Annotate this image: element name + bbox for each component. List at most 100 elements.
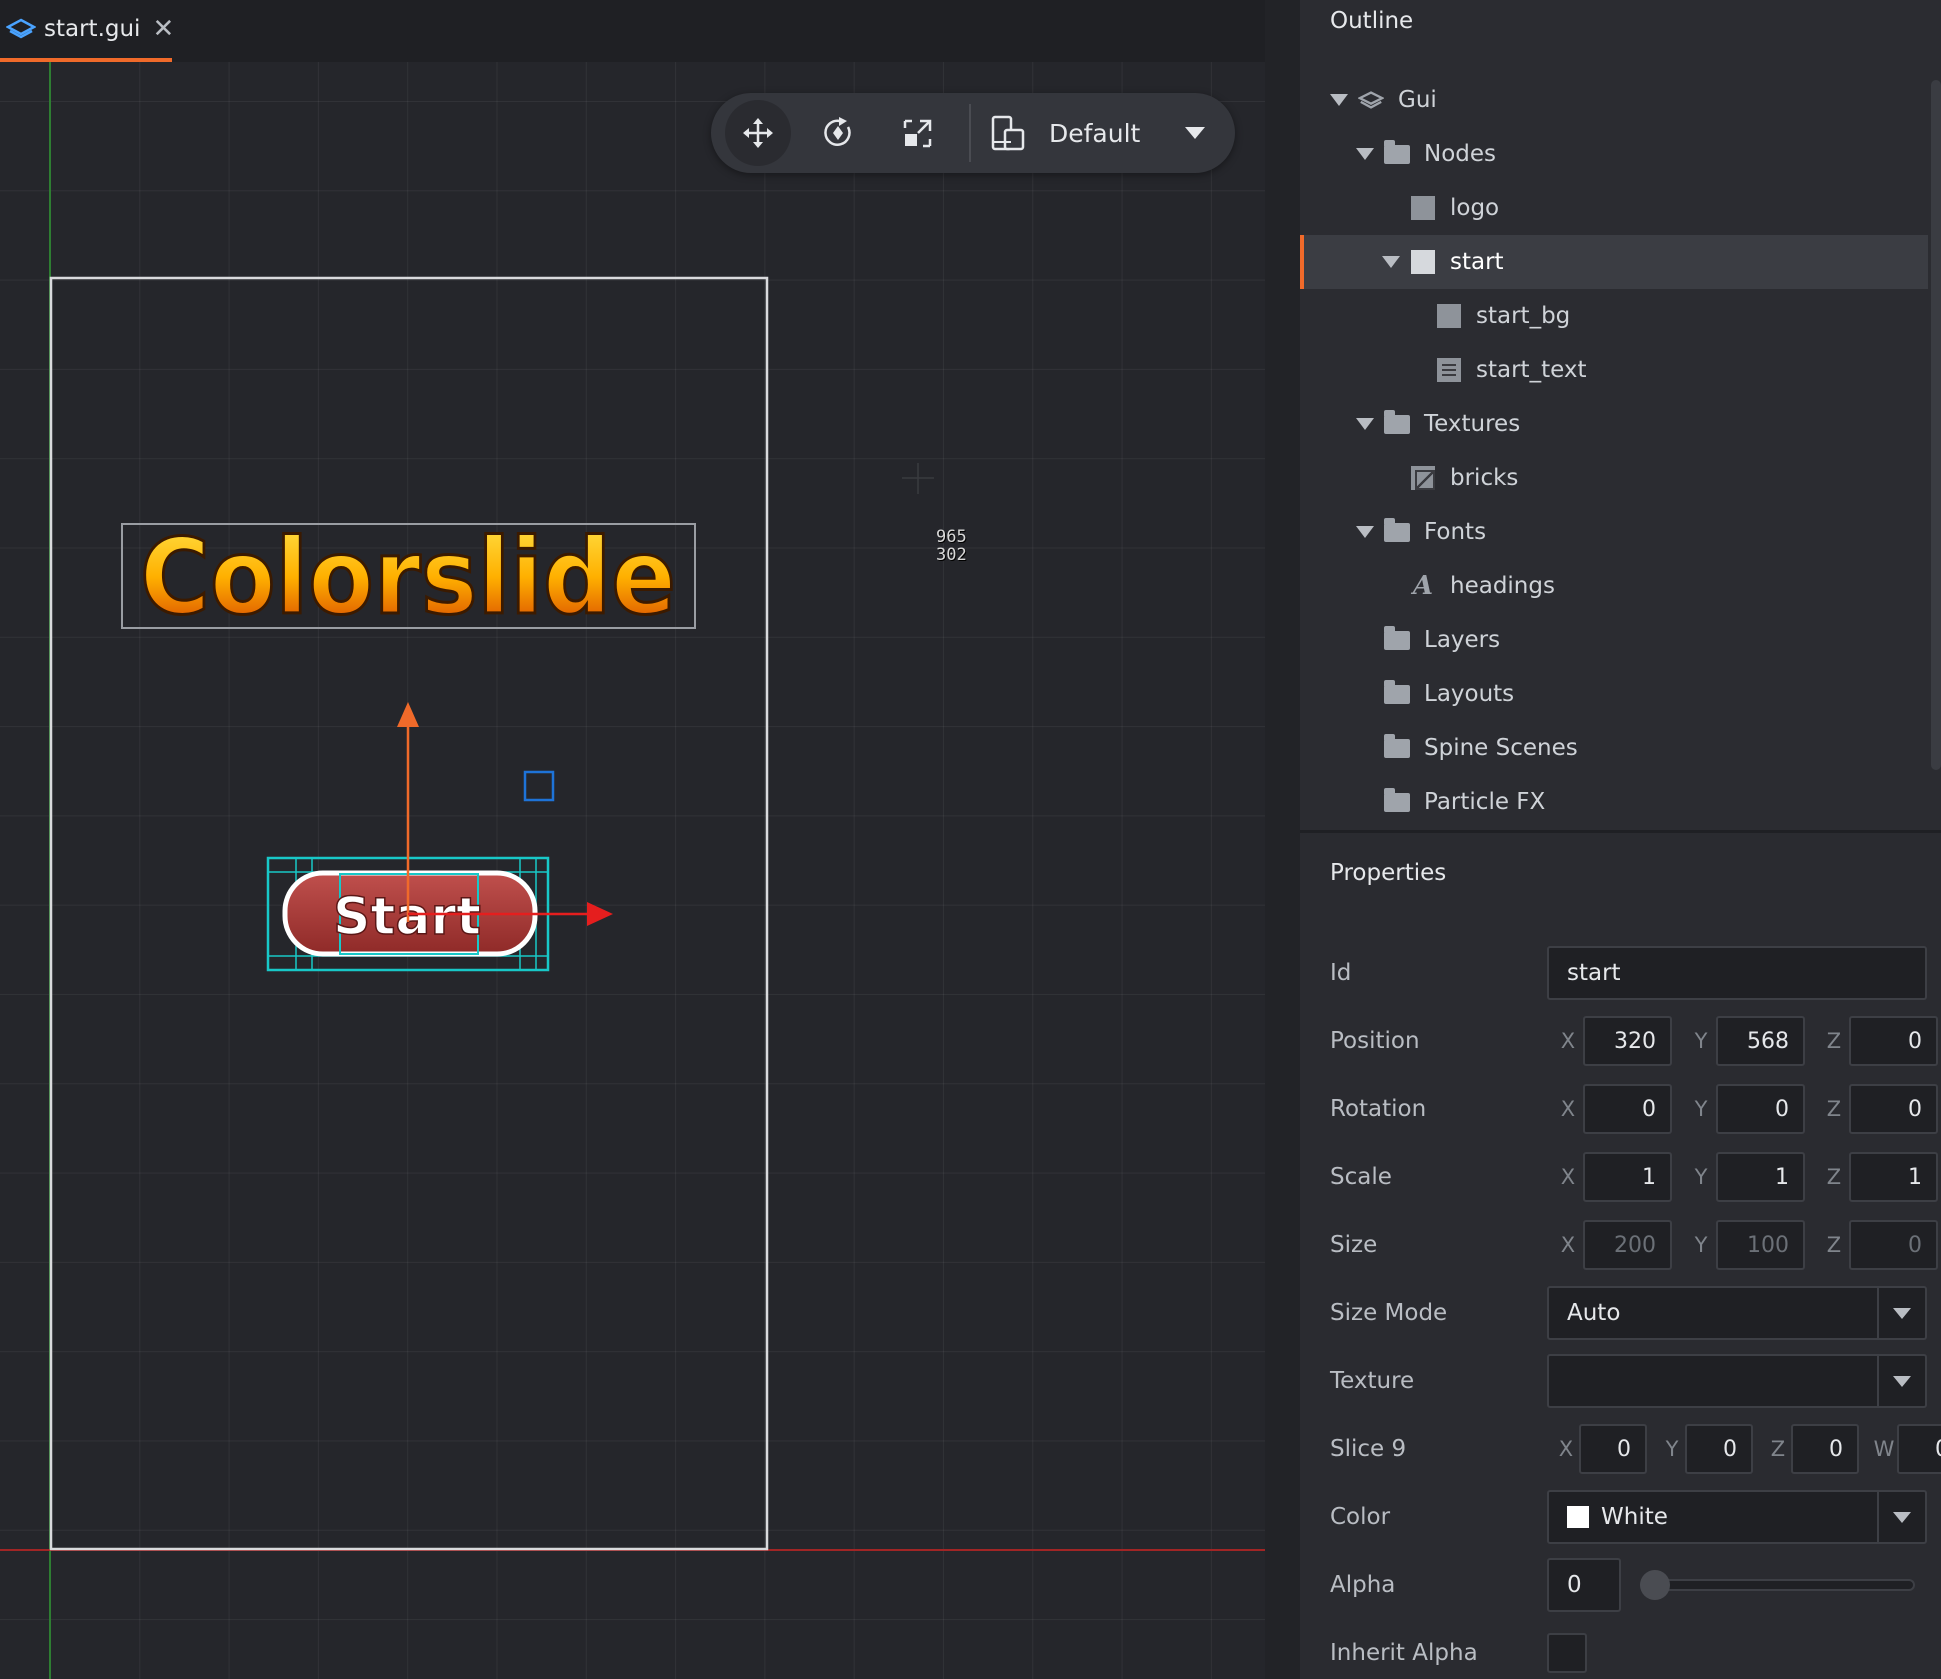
axis-label: X	[1560, 1233, 1576, 1257]
cursor-x: 965	[936, 527, 967, 547]
color-swatch	[1567, 1506, 1589, 1528]
tree-item-logo[interactable]: logo	[1300, 181, 1928, 235]
tree-item-headings[interactable]: A headings	[1300, 559, 1928, 613]
rotation-y-field[interactable]: 0	[1716, 1084, 1805, 1134]
scale-z-field[interactable]: 1	[1849, 1152, 1938, 1202]
close-icon[interactable]: ✕	[152, 14, 174, 44]
outline-scrollbar[interactable]	[1931, 80, 1941, 770]
gui-file-icon	[5, 17, 37, 41]
scale-x-field[interactable]: 1	[1583, 1152, 1672, 1202]
move-tool-button[interactable]	[725, 100, 791, 166]
size-mode-select[interactable]: Auto	[1547, 1286, 1927, 1340]
folder-icon	[1384, 679, 1410, 705]
prop-label: Alpha	[1330, 1572, 1396, 1598]
y-arrow-handle[interactable]	[397, 702, 419, 727]
slice9-w-field[interactable]: 0	[1897, 1424, 1941, 1474]
chevron-down-icon	[1185, 127, 1205, 139]
outline-panel: Outline Gui Nodes logo start start_bg st…	[1300, 0, 1941, 830]
scale-tool-button[interactable]	[885, 100, 951, 166]
prop-label: Position	[1330, 1028, 1420, 1054]
position-x-field[interactable]: 320	[1583, 1016, 1672, 1066]
expand-arrow-icon[interactable]	[1356, 526, 1374, 538]
tree-label: Layers	[1424, 627, 1501, 653]
tree-item-start-text[interactable]: start_text	[1300, 343, 1928, 397]
slice9-vector: X 0 Y 0 Z 0 W 0	[1553, 1424, 1941, 1474]
axis-label: Y	[1694, 1029, 1708, 1053]
rotation-vector: X 0 Y 0 Z 0	[1553, 1084, 1941, 1134]
expand-arrow-icon[interactable]	[1356, 148, 1374, 160]
prop-label: Texture	[1330, 1368, 1415, 1394]
axis-label: Z	[1826, 1029, 1842, 1053]
size-x-field: 200	[1583, 1220, 1672, 1270]
expand-arrow-icon[interactable]	[1382, 256, 1400, 268]
color-select[interactable]: White	[1547, 1490, 1927, 1544]
cursor-coordinates: 965 302	[936, 528, 967, 564]
tree-item-layers[interactable]: Layers	[1300, 613, 1928, 667]
prop-color: Color White	[1300, 1490, 1941, 1544]
position-vector: X 320 Y 568 Z 0	[1553, 1016, 1941, 1066]
scene-viewport[interactable]: Colorslide Start 965 302	[0, 62, 1265, 1679]
prop-size: Size X 200 Y 100 Z 0	[1300, 1218, 1941, 1272]
axis-label: Z	[1770, 1437, 1786, 1461]
tree-item-particle-fx[interactable]: Particle FX	[1300, 775, 1928, 829]
prop-label: Slice 9	[1330, 1436, 1407, 1462]
folder-icon	[1384, 517, 1410, 543]
tree-item-start[interactable]: start	[1300, 235, 1928, 289]
scene-editor: start.gui ✕ Colorslide Start 965 302 Def…	[0, 0, 1265, 1679]
rotation-x-field[interactable]: 0	[1583, 1084, 1672, 1134]
tree-item-gui[interactable]: Gui	[1300, 73, 1928, 127]
tree-item-textures[interactable]: Textures	[1300, 397, 1928, 451]
folder-icon	[1384, 409, 1410, 435]
chevron-down-icon	[1893, 1307, 1911, 1319]
rotate-tool-button[interactable]	[805, 100, 871, 166]
tree-item-start-bg[interactable]: start_bg	[1300, 289, 1928, 343]
alpha-slider[interactable]	[1640, 1570, 1915, 1600]
axis-label: X	[1560, 1165, 1576, 1189]
tree-label: Layouts	[1424, 681, 1515, 707]
prop-scale: Scale X 1 Y 1 Z 1	[1300, 1150, 1941, 1204]
prop-inherit-alpha: Inherit Alpha	[1300, 1626, 1941, 1679]
expand-arrow-icon[interactable]	[1356, 418, 1374, 430]
folder-icon	[1384, 787, 1410, 813]
axis-label: Z	[1826, 1097, 1842, 1121]
tree-label: Gui	[1398, 87, 1437, 113]
slice9-y-field[interactable]: 0	[1685, 1424, 1753, 1474]
box-node-icon	[1436, 304, 1462, 328]
tree-label: start_bg	[1476, 303, 1571, 329]
id-field[interactable]: start	[1547, 946, 1927, 1000]
logo-node[interactable]: Colorslide	[121, 515, 696, 640]
texture-select[interactable]	[1547, 1354, 1927, 1408]
tree-item-fonts[interactable]: Fonts	[1300, 505, 1928, 559]
tree-item-layouts[interactable]: Layouts	[1300, 667, 1928, 721]
editor-window: start.gui ✕ Colorslide Start 965 302 Def…	[0, 0, 1941, 1679]
x-arrow-handle[interactable]	[587, 902, 613, 926]
logo-text: Colorslide	[140, 516, 676, 638]
slider-thumb[interactable]	[1640, 1570, 1670, 1600]
inherit-alpha-checkbox[interactable]	[1547, 1633, 1587, 1673]
tab-start-gui[interactable]: start.gui ✕	[0, 0, 174, 62]
outline-title: Outline	[1330, 8, 1414, 34]
prop-size-mode: Size Mode Auto	[1300, 1286, 1941, 1340]
pivot-marker[interactable]	[523, 770, 555, 802]
tree-label: Spine Scenes	[1424, 735, 1578, 761]
gui-icon	[1358, 89, 1384, 111]
position-y-field[interactable]: 568	[1716, 1016, 1805, 1066]
slice9-z-field[interactable]: 0	[1791, 1424, 1859, 1474]
axis-label: X	[1560, 1097, 1576, 1121]
tree-item-nodes[interactable]: Nodes	[1300, 127, 1928, 181]
tree-label: Textures	[1424, 411, 1521, 437]
tree-item-bricks[interactable]: bricks	[1300, 451, 1928, 505]
font-icon: A	[1412, 571, 1434, 601]
alpha-field[interactable]: 0	[1547, 1558, 1621, 1612]
texture-icon	[1410, 466, 1436, 490]
tree-item-spine-scenes[interactable]: Spine Scenes	[1300, 721, 1928, 775]
rotation-z-field[interactable]: 0	[1849, 1084, 1938, 1134]
scale-y-field[interactable]: 1	[1716, 1152, 1805, 1202]
layout-dropdown[interactable]: Default	[989, 114, 1205, 152]
slice9-x-field[interactable]: 0	[1579, 1424, 1647, 1474]
scene-toolbar: Default	[711, 93, 1235, 173]
prop-label: Scale	[1330, 1164, 1392, 1190]
position-z-field[interactable]: 0	[1849, 1016, 1938, 1066]
expand-arrow-icon[interactable]	[1330, 94, 1348, 106]
axis-label: Y	[1694, 1233, 1708, 1257]
